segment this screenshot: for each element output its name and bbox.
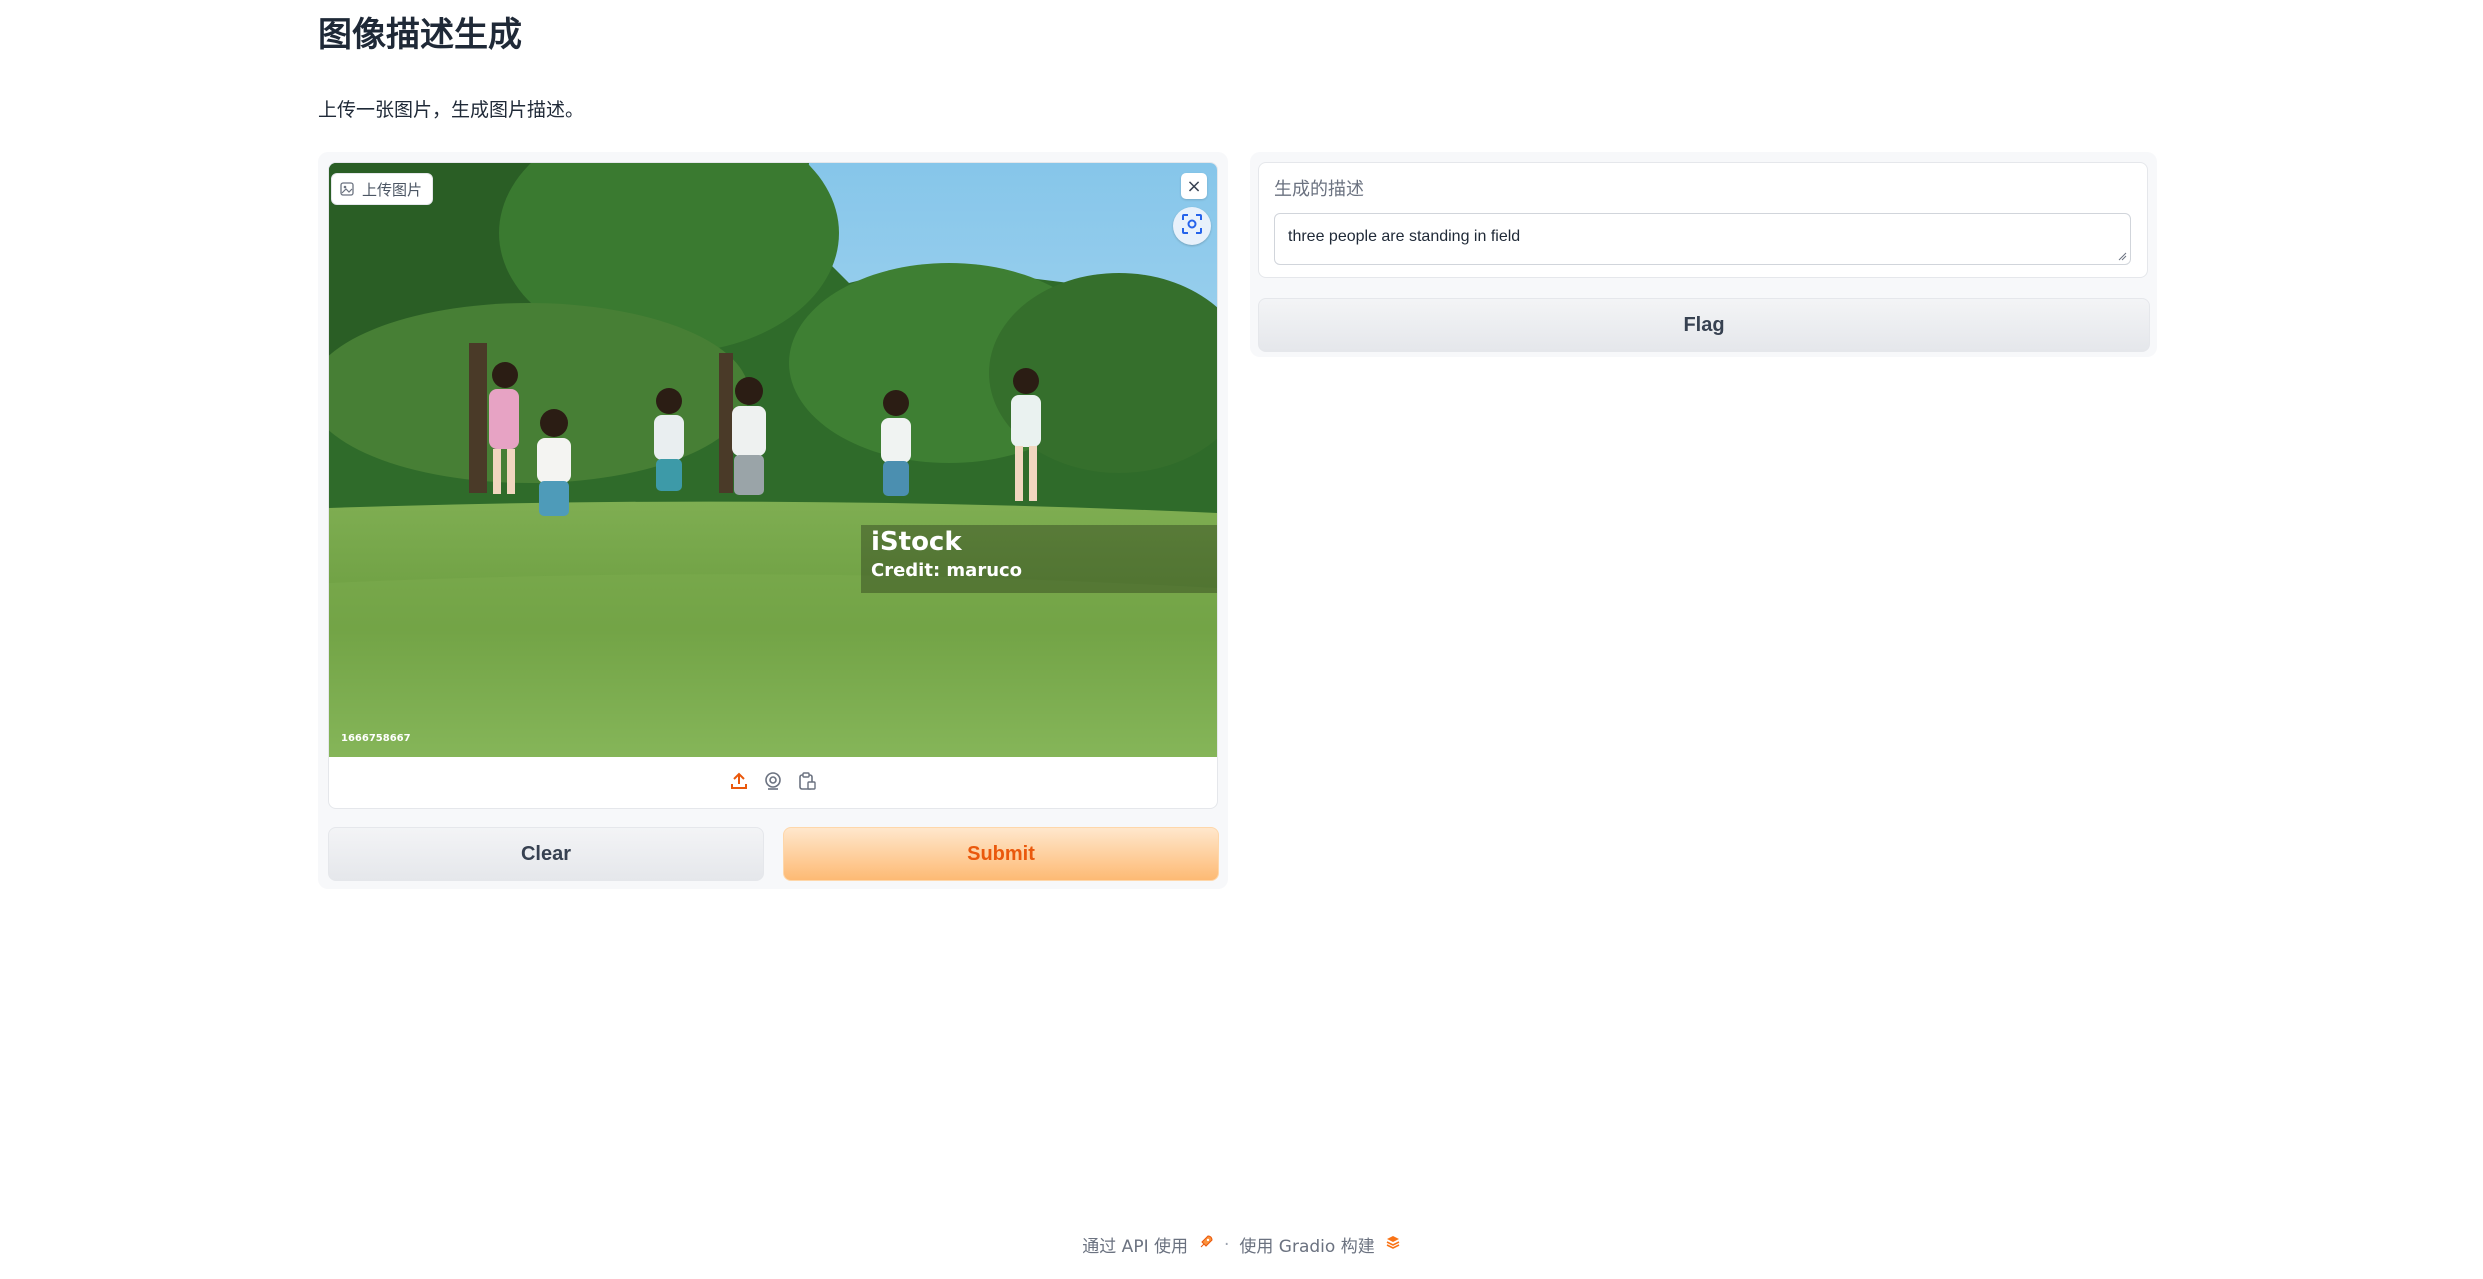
watermark-image-id: 1666758667 bbox=[341, 733, 411, 744]
image-source-bar bbox=[329, 757, 1217, 808]
clear-image-button[interactable]: × bbox=[1181, 173, 1207, 199]
output-text: three people are standing in field bbox=[1288, 228, 1521, 245]
input-panel: iStock Credit: maruco 1666758667 上传图片 × bbox=[318, 152, 1228, 889]
watermark-brand: iStock bbox=[871, 527, 962, 557]
close-icon: × bbox=[1186, 175, 1202, 197]
footer-separator: · bbox=[1223, 1234, 1230, 1255]
resize-grip-icon[interactable] bbox=[2118, 252, 2127, 261]
page-description: 上传一张图片，生成图片描述。 bbox=[318, 99, 585, 121]
image-input[interactable]: iStock Credit: maruco 1666758667 上传图片 × bbox=[328, 162, 1218, 809]
page-title: 图像描述生成 bbox=[318, 15, 522, 55]
upload-icon[interactable] bbox=[729, 771, 749, 795]
footer: 通过 API 使用 · 使用 Gradio 构建 bbox=[0, 1232, 2483, 1257]
fullscreen-button[interactable] bbox=[1173, 207, 1211, 245]
uploaded-image: iStock Credit: maruco 1666758667 bbox=[329, 163, 1217, 757]
output-textbox[interactable]: three people are standing in field bbox=[1274, 213, 2131, 265]
gradio-logo-icon bbox=[1385, 1234, 1401, 1255]
output-textbox-container: 生成的描述 three people are standing in field bbox=[1258, 162, 2148, 278]
clipboard-icon[interactable] bbox=[797, 771, 817, 795]
submit-button[interactable]: Submit bbox=[783, 827, 1219, 881]
clear-button[interactable]: Clear bbox=[328, 827, 764, 881]
image-input-label-text: 上传图片 bbox=[362, 180, 423, 199]
output-label: 生成的描述 bbox=[1274, 179, 1364, 200]
watermark-credit: Credit: maruco bbox=[871, 560, 1023, 581]
webcam-icon[interactable] bbox=[763, 771, 783, 795]
output-panel: 生成的描述 three people are standing in field… bbox=[1250, 152, 2157, 357]
api-link[interactable]: 通过 API 使用 bbox=[1082, 1232, 1188, 1257]
image-icon bbox=[340, 182, 354, 196]
focus-icon bbox=[1181, 213, 1203, 239]
flag-button[interactable]: Flag bbox=[1258, 298, 2150, 352]
rocket-icon bbox=[1198, 1234, 1214, 1255]
gradio-link[interactable]: 使用 Gradio 构建 bbox=[1239, 1232, 1374, 1257]
image-input-label: 上传图片 bbox=[331, 173, 434, 205]
